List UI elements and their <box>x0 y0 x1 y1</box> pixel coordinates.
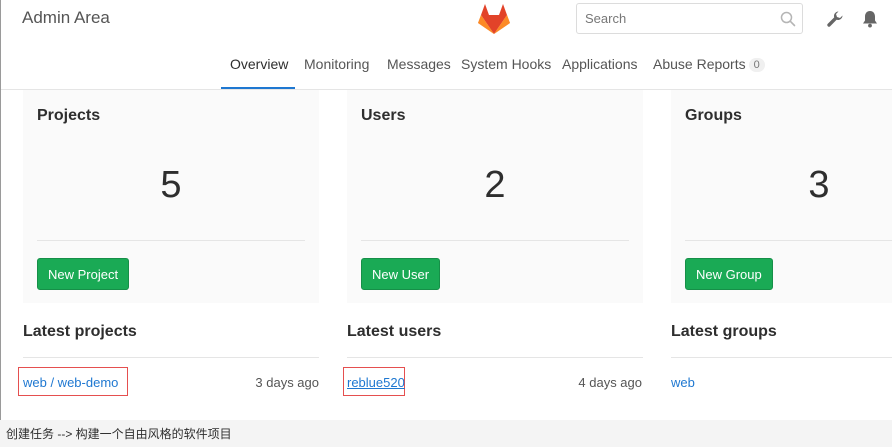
tab-messages[interactable]: Messages <box>387 56 451 72</box>
users-count: 2 <box>484 164 506 206</box>
tab-label: Messages <box>387 56 451 72</box>
admin-nav: Overview Monitoring Messages System Hook… <box>1 38 892 90</box>
projects-card-title: Projects <box>37 107 101 124</box>
divider <box>361 240 629 241</box>
app-title: Admin Area <box>22 8 110 27</box>
header: Admin Area <box>1 0 892 38</box>
tab-overview[interactable]: Overview <box>230 56 288 72</box>
search-input[interactable] <box>576 3 803 34</box>
tab-label: Monitoring <box>304 56 370 72</box>
divider <box>23 357 319 358</box>
latest-users-title: Latest users <box>347 323 442 340</box>
tab-monitoring[interactable]: Monitoring <box>304 56 369 72</box>
abuse-reports-count-badge: 0 <box>748 58 765 72</box>
tab-abuse-reports[interactable]: Abuse Reports 0 <box>653 56 765 72</box>
divider <box>347 357 643 358</box>
latest-project-link[interactable]: web / web-demo <box>23 375 118 390</box>
bell-icon[interactable] <box>860 9 880 29</box>
projects-count: 5 <box>160 164 182 206</box>
admin-page: Admin Area Overview Monitoring Messages … <box>0 0 892 420</box>
wrench-icon[interactable] <box>825 9 845 29</box>
new-project-button[interactable]: New Project <box>37 258 130 290</box>
divider <box>37 240 305 241</box>
projects-card: Projects 5 New Project <box>23 90 319 303</box>
latest-user-time: 4 days ago <box>578 375 642 390</box>
latest-project-time: 3 days ago <box>255 375 319 390</box>
tab-label: Applications <box>562 56 638 72</box>
new-group-button[interactable]: New Group <box>685 258 773 290</box>
groups-count: 3 <box>808 164 830 206</box>
latest-groups-title: Latest groups <box>671 323 777 340</box>
latest-user-link[interactable]: reblue520 <box>347 375 405 390</box>
divider <box>671 357 892 358</box>
new-user-button[interactable]: New User <box>361 258 441 290</box>
groups-card: Groups 3 New Group <box>671 90 892 303</box>
active-tab-indicator <box>221 87 295 89</box>
groups-card-title: Groups <box>685 107 742 124</box>
tab-label: Overview <box>230 56 289 72</box>
users-card-title: Users <box>361 107 406 124</box>
tab-label: Abuse Reports <box>653 56 746 72</box>
latest-projects-title: Latest projects <box>23 323 137 340</box>
caption-text: 创建任务 --> 构建一个自由风格的软件项目 <box>0 420 892 447</box>
gitlab-logo-icon[interactable] <box>476 2 512 36</box>
divider <box>685 240 892 241</box>
tab-system-hooks[interactable]: System Hooks <box>461 56 551 72</box>
tab-applications[interactable]: Applications <box>562 56 638 72</box>
tab-label: System Hooks <box>461 56 552 72</box>
search-icon[interactable] <box>780 11 796 27</box>
latest-group-link[interactable]: web <box>671 375 695 390</box>
users-card: Users 2 New User <box>347 90 643 303</box>
